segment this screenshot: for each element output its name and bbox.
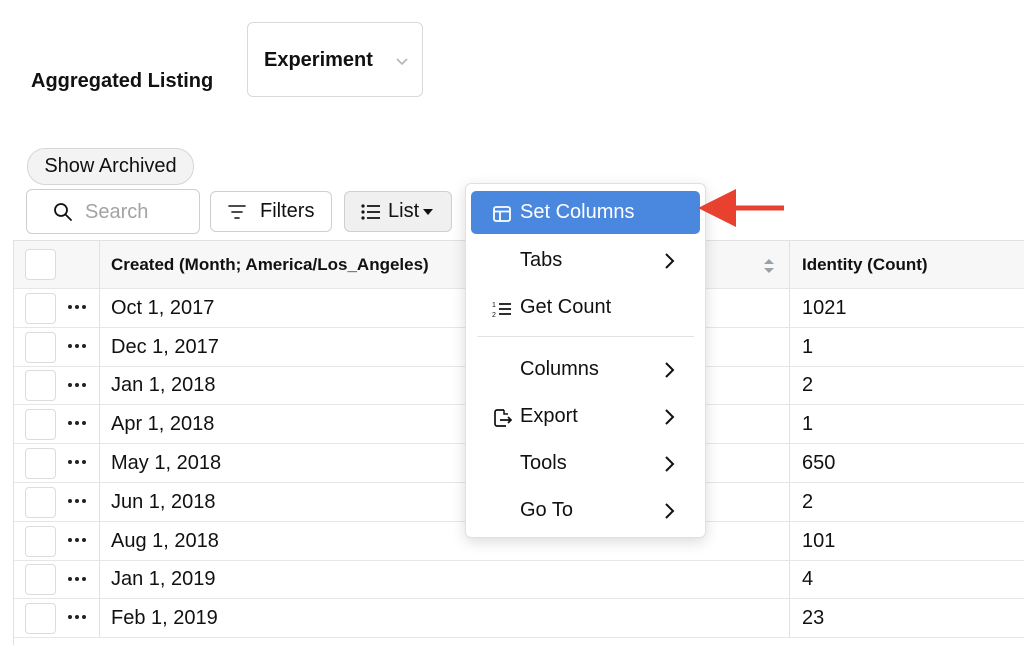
row-actions-icon[interactable] [68, 421, 86, 425]
numbered-list-icon: 12 [492, 302, 511, 319]
row-actions-icon[interactable] [68, 499, 86, 503]
export-icon [494, 409, 513, 427]
row-actions-icon[interactable] [68, 305, 86, 309]
identity-count-cell: 1021 [802, 296, 847, 319]
identity-count-cell: 101 [802, 529, 836, 552]
row-checkbox[interactable] [25, 331, 56, 363]
menu-item-label: Go To [520, 499, 573, 521]
row-actions-icon[interactable] [68, 576, 86, 581]
identity-count-cell: 1 [802, 335, 814, 358]
row-select-cell [14, 367, 100, 404]
menu-item-go-to[interactable]: Go To [471, 489, 700, 532]
menu-item-tools[interactable]: Tools [471, 442, 700, 485]
menu-item-label: Columns [520, 358, 599, 380]
row-actions-icon[interactable] [68, 460, 86, 464]
row-checkbox[interactable] [25, 408, 56, 440]
filter-icon [228, 204, 246, 219]
row-actions-icon[interactable] [68, 382, 86, 387]
row-checkbox[interactable] [25, 486, 56, 518]
menu-item-label: Get Count [520, 296, 612, 318]
row-select-cell [14, 328, 100, 366]
menu-item-label: Export [520, 405, 578, 427]
identity-count-cell: 1 [802, 412, 814, 435]
columns-icon [493, 206, 511, 222]
table-row[interactable]: Jan 1, 2019 4 [14, 561, 1024, 599]
column-header-identity-count[interactable]: Identity (Count) [790, 241, 1024, 288]
row-checkbox[interactable] [25, 447, 56, 479]
filters-label: Filters [260, 200, 315, 222]
caret-down-icon [423, 208, 434, 215]
chevron-right-icon [665, 456, 675, 472]
sort-icon[interactable] [763, 257, 775, 275]
menu-item-set-columns[interactable]: Set Columns [471, 191, 700, 234]
created-month-cell: Feb 1, 2019 [100, 599, 790, 637]
row-select-cell [14, 483, 100, 521]
menu-item-get-count[interactable]: 1 2 Get Count [471, 286, 700, 329]
column-header-label: Created (Month; America/Los_Angeles) [111, 254, 429, 274]
menu-item-columns[interactable]: Columns [471, 348, 700, 391]
chevron-right-icon [665, 409, 675, 425]
menu-item-label: Tabs [520, 249, 563, 271]
row-select-cell [14, 289, 100, 327]
annotation-arrow [698, 189, 784, 227]
menu-item-tabs[interactable]: Tabs [471, 239, 700, 282]
row-actions-icon[interactable] [68, 344, 86, 348]
column-header-label: Identity (Count) [802, 254, 928, 274]
row-checkbox[interactable] [25, 564, 56, 595]
menu-item-label: Set Columns [520, 201, 635, 223]
row-select-cell [14, 522, 100, 560]
table-row[interactable]: Feb 1, 2019 23 [14, 599, 1024, 638]
row-checkbox[interactable] [25, 525, 56, 557]
menu-item-label: Tools [520, 452, 567, 474]
row-select-cell [14, 405, 100, 443]
search-box[interactable] [26, 189, 200, 234]
row-select-cell [14, 561, 100, 598]
svg-text:2: 2 [492, 312, 496, 319]
svg-text:1: 1 [492, 302, 496, 309]
list-label: List [388, 200, 420, 222]
page-title: Aggregated Listing [31, 70, 214, 92]
select-all-cell [14, 241, 100, 288]
row-select-cell [14, 444, 100, 482]
list-dropdown-menu: Set Columns Tabs 1 2 Get Count Columns Export T… [465, 183, 706, 538]
menu-item-export[interactable]: Export [471, 395, 700, 438]
row-actions-icon[interactable] [68, 615, 86, 619]
search-input[interactable] [85, 200, 193, 224]
chevron-right-icon [665, 362, 675, 378]
row-actions-icon[interactable] [68, 538, 86, 542]
row-checkbox[interactable] [25, 292, 56, 324]
created-month-cell: Jan 1, 2019 [100, 561, 790, 598]
identity-count-cell: 650 [802, 451, 836, 474]
menu-divider [477, 336, 694, 337]
identity-count-cell: 4 [802, 568, 814, 590]
row-select-cell [14, 599, 100, 637]
identity-count-cell: 2 [802, 490, 814, 513]
chevron-right-icon [665, 503, 675, 519]
entity-type-select[interactable]: Experiment [247, 22, 423, 97]
show-archived-button[interactable]: Show Archived [27, 148, 194, 185]
row-checkbox[interactable] [25, 370, 56, 401]
chevron-right-icon [665, 253, 675, 269]
select-all-checkbox[interactable] [25, 249, 56, 280]
identity-count-cell: 2 [802, 374, 814, 396]
search-icon [54, 203, 72, 221]
list-view-button[interactable]: List [344, 191, 452, 232]
filters-button[interactable]: Filters [210, 191, 332, 232]
chevron-down-icon [396, 58, 408, 66]
list-icon [361, 203, 380, 220]
entity-select-value: Experiment [264, 49, 373, 71]
row-checkbox[interactable] [25, 602, 56, 634]
identity-count-cell: 23 [802, 606, 825, 629]
